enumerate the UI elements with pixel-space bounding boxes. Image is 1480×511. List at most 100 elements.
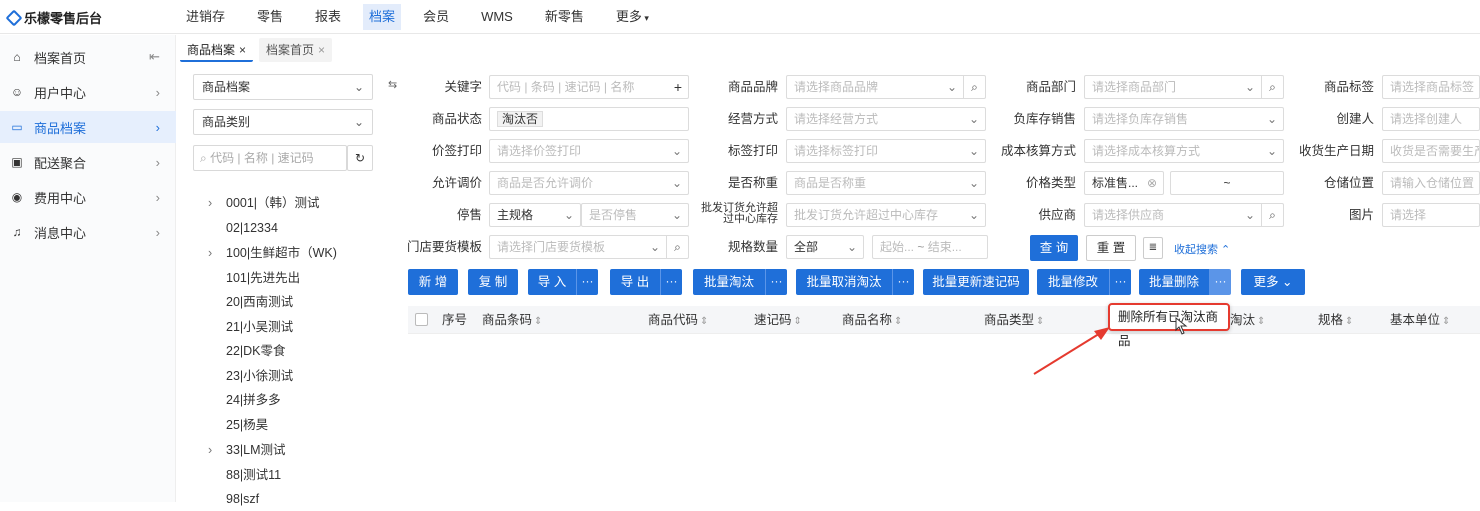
sidebar-item-user-center[interactable]: ☺ 用户中心 › bbox=[0, 76, 176, 108]
tree-node[interactable]: 98|szf bbox=[186, 487, 259, 511]
sidebar-item-delivery[interactable]: ▣ 配送聚合 › bbox=[0, 146, 176, 178]
copy-button[interactable]: 复 制 bbox=[468, 269, 518, 295]
manage-select[interactable]: 请选择经营方式 ⌄ bbox=[786, 107, 986, 131]
supplier-select[interactable]: 请选择供应商 ⌄ ⌕ bbox=[1084, 203, 1284, 227]
sidebar-item-message[interactable]: ♫ 消息中心 › bbox=[0, 216, 176, 248]
topnav-item[interactable]: 报表 bbox=[305, 0, 351, 34]
export-more-button[interactable]: ··· bbox=[660, 269, 682, 295]
column-header-unit[interactable]: 基本单位 ⇕ bbox=[1390, 306, 1450, 334]
search-icon[interactable]: ⌕ bbox=[1261, 76, 1283, 98]
keyword-input[interactable]: 代码 | 条码 | 速记码 | 名称 + bbox=[489, 75, 689, 99]
creator-select[interactable]: 请选择创建人 bbox=[1382, 107, 1480, 131]
tree-node[interactable]: 88|测试11 bbox=[186, 463, 281, 487]
topnav-more[interactable]: 更多 ▾ bbox=[606, 0, 659, 34]
location-input[interactable]: 请输入仓储位置 bbox=[1382, 171, 1480, 195]
column-header-code[interactable]: 商品代码 ⇕ bbox=[648, 306, 708, 334]
price-type-select[interactable]: 标准售... ⊗ bbox=[1084, 171, 1164, 195]
add-button[interactable]: 新 增 bbox=[408, 269, 458, 295]
tree-search-input[interactable]: ⌕ 代码 | 名称 | 速记码 bbox=[193, 145, 347, 171]
stop-select[interactable]: 是否停售 ⌄ bbox=[581, 203, 689, 227]
topnav-item[interactable]: 零售 bbox=[247, 0, 293, 34]
batch-eliminate-more-button[interactable]: ··· bbox=[765, 269, 787, 295]
search-icon[interactable]: ⌕ bbox=[1261, 204, 1283, 226]
query-button[interactable]: 查 询 bbox=[1030, 235, 1078, 261]
search-icon[interactable]: ⌕ bbox=[963, 76, 985, 98]
tree-node[interactable]: 21|小吴测试 bbox=[186, 315, 293, 339]
tree-node[interactable]: 25|杨昊 bbox=[186, 413, 268, 437]
topnav-item[interactable]: 会员 bbox=[413, 0, 459, 34]
spec-range-input[interactable]: 起始... ~ 结束... bbox=[872, 235, 988, 259]
more-button[interactable]: 更多 ⌄ bbox=[1241, 269, 1305, 295]
sidebar-item-product[interactable]: ▭ 商品档案 › bbox=[0, 111, 176, 143]
settings-icon[interactable]: ≣ bbox=[1143, 237, 1163, 259]
tree-node[interactable]: › 33|LM测试 bbox=[186, 438, 286, 462]
column-header-name[interactable]: 商品名称 ⇕ bbox=[842, 306, 902, 334]
search-icon[interactable]: ⌕ bbox=[666, 236, 688, 258]
tree-node[interactable]: 02|12334 bbox=[186, 216, 278, 240]
price-print-select[interactable]: 请选择价签打印 ⌄ bbox=[489, 139, 689, 163]
close-icon[interactable]: × bbox=[318, 43, 325, 57]
export-button[interactable]: 导 出 bbox=[610, 269, 660, 295]
chevron-right-icon[interactable]: › bbox=[208, 191, 212, 215]
batch-delete-button[interactable]: 批量删除 bbox=[1139, 269, 1209, 295]
column-header-eliminate[interactable]: 淘汰 ⇕ bbox=[1230, 306, 1265, 334]
panel-toggle-icon[interactable]: ⇆ bbox=[388, 78, 397, 91]
topnav-item[interactable]: 新零售 bbox=[535, 0, 594, 34]
tree-node[interactable]: 22|DK零食 bbox=[186, 339, 286, 363]
topnav-item-active[interactable]: 档案 bbox=[363, 4, 402, 30]
neg-stock-select[interactable]: 请选择负库存销售 ⌄ bbox=[1084, 107, 1284, 131]
status-select[interactable]: 淘汰否 bbox=[489, 107, 689, 131]
batch-modify-more-button[interactable]: ··· bbox=[1109, 269, 1131, 295]
app-brand[interactable]: 乐檬零售后台 bbox=[5, 8, 102, 27]
price-range-input[interactable]: ~ bbox=[1170, 171, 1284, 195]
tag-print-select[interactable]: 请选择标签打印 ⌄ bbox=[786, 139, 986, 163]
topnav-item[interactable]: 进销存 bbox=[176, 0, 235, 34]
batch-cancel-eliminate-more-button[interactable]: ··· bbox=[892, 269, 914, 295]
import-button[interactable]: 导 入 bbox=[528, 269, 576, 295]
column-header-shortcode[interactable]: 速记码 ⇕ bbox=[754, 306, 802, 334]
tree-node[interactable]: › 100|生鲜超市（WK) bbox=[186, 241, 337, 265]
archive-type-select[interactable]: 商品档案 ⌄ bbox=[193, 74, 373, 100]
dept-select[interactable]: 请选择商品部门 ⌄ ⌕ bbox=[1084, 75, 1284, 99]
batch-update-code-button[interactable]: 批量更新速记码 bbox=[923, 269, 1029, 295]
delete-all-eliminated-option[interactable]: 删除所有已淘汰商品 bbox=[1108, 303, 1230, 348]
weigh-select[interactable]: 商品是否称重 ⌄ bbox=[786, 171, 986, 195]
tree-node[interactable]: 20|西南测试 bbox=[186, 290, 293, 314]
exceed-select[interactable]: 批发订货允许超过中心库存 ⌄ bbox=[786, 203, 986, 227]
refresh-button[interactable]: ↻ bbox=[347, 145, 373, 171]
category-select[interactable]: 商品类别 ⌄ bbox=[193, 109, 373, 135]
sidebar-item-home[interactable]: ⌂ 档案首页 ⇤ bbox=[0, 41, 176, 73]
batch-modify-button[interactable]: 批量修改 bbox=[1037, 269, 1109, 295]
topnav-item[interactable]: WMS bbox=[471, 0, 523, 34]
tag-select[interactable]: 请选择商品标签 bbox=[1382, 75, 1480, 99]
collapse-icon[interactable]: ⇤ bbox=[149, 49, 160, 65]
batch-delete-more-button[interactable]: ··· bbox=[1209, 269, 1231, 295]
image-select[interactable]: 请选择 bbox=[1382, 203, 1480, 227]
batch-cancel-eliminate-button[interactable]: 批量取消淘汰 bbox=[796, 269, 892, 295]
sidebar-item-fee[interactable]: ◉ 费用中心 › bbox=[0, 181, 176, 213]
brand-select[interactable]: 请选择商品品牌 ⌄ ⌕ bbox=[786, 75, 986, 99]
column-header-barcode[interactable]: 商品条码 ⇕ bbox=[482, 306, 542, 334]
import-more-button[interactable]: ··· bbox=[576, 269, 598, 295]
chevron-right-icon[interactable]: › bbox=[208, 438, 212, 462]
column-header-spec[interactable]: 规格 ⇕ bbox=[1318, 306, 1353, 334]
select-all-checkbox[interactable] bbox=[415, 313, 428, 326]
stop-spec-select[interactable]: 主规格 ⌄ bbox=[489, 203, 581, 227]
collapse-search-link[interactable]: 收起搜索 ⌃ bbox=[1174, 241, 1230, 257]
chevron-right-icon[interactable]: › bbox=[208, 241, 212, 265]
tab-product-archive[interactable]: 商品档案 × bbox=[180, 38, 254, 62]
close-icon[interactable]: × bbox=[239, 43, 246, 57]
allow-price-select[interactable]: 商品是否允许调价 ⌄ bbox=[489, 171, 689, 195]
clear-icon[interactable]: ⊗ bbox=[1147, 172, 1157, 194]
spec-count-select[interactable]: 全部 ⌄ bbox=[786, 235, 864, 259]
tree-node[interactable]: 101|先进先出 bbox=[186, 266, 300, 290]
plus-icon[interactable]: + bbox=[674, 76, 682, 98]
batch-eliminate-button[interactable]: 批量淘汰 bbox=[693, 269, 765, 295]
reset-button[interactable]: 重 置 bbox=[1086, 235, 1136, 261]
tree-node[interactable]: 23|小徐测试 bbox=[186, 364, 293, 388]
tree-node[interactable]: 24|拼多多 bbox=[186, 388, 281, 412]
template-select[interactable]: 请选择门店要货模板 ⌄ ⌕ bbox=[489, 235, 689, 259]
prod-date-select[interactable]: 收货是否需要生产 bbox=[1382, 139, 1480, 163]
tab-archive-home[interactable]: 档案首页 × bbox=[259, 38, 333, 62]
tree-node[interactable]: › 0001|（韩）测试 bbox=[186, 191, 320, 215]
